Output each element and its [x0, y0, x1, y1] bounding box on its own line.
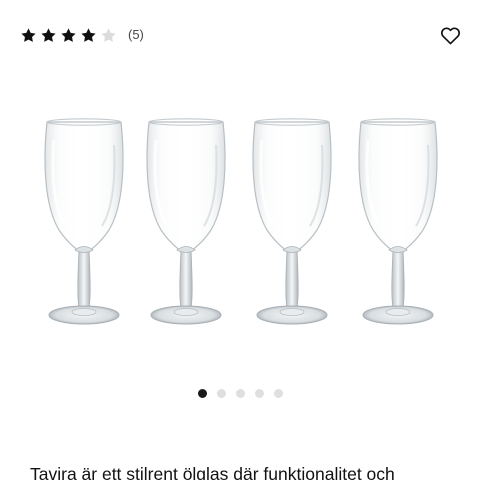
rating-row[interactable]: (5) — [20, 24, 144, 46]
star-icon — [41, 27, 56, 42]
product-page: (5) Tavira är ett stilrent ölglas där fu… — [0, 0, 480, 480]
carousel-dot[interactable] — [216, 389, 226, 398]
star-icon — [21, 27, 36, 42]
star-icon — [61, 27, 76, 42]
wishlist-button[interactable] — [438, 23, 462, 47]
carousel-indicator — [0, 389, 480, 398]
star-icon — [81, 27, 96, 42]
star-rating — [20, 27, 117, 44]
carousel-dot[interactable] — [197, 389, 207, 398]
carousel-dot[interactable] — [254, 389, 264, 398]
heart-outline-icon — [440, 26, 460, 44]
product-description: Tavira är ett stilrent ölglas där funkti… — [30, 464, 395, 480]
rating-count[interactable]: (5) — [128, 24, 144, 46]
carousel-dot[interactable] — [235, 389, 245, 398]
star-icon — [101, 27, 116, 42]
product-image[interactable] — [0, 100, 480, 350]
carousel-dot[interactable] — [273, 389, 283, 398]
